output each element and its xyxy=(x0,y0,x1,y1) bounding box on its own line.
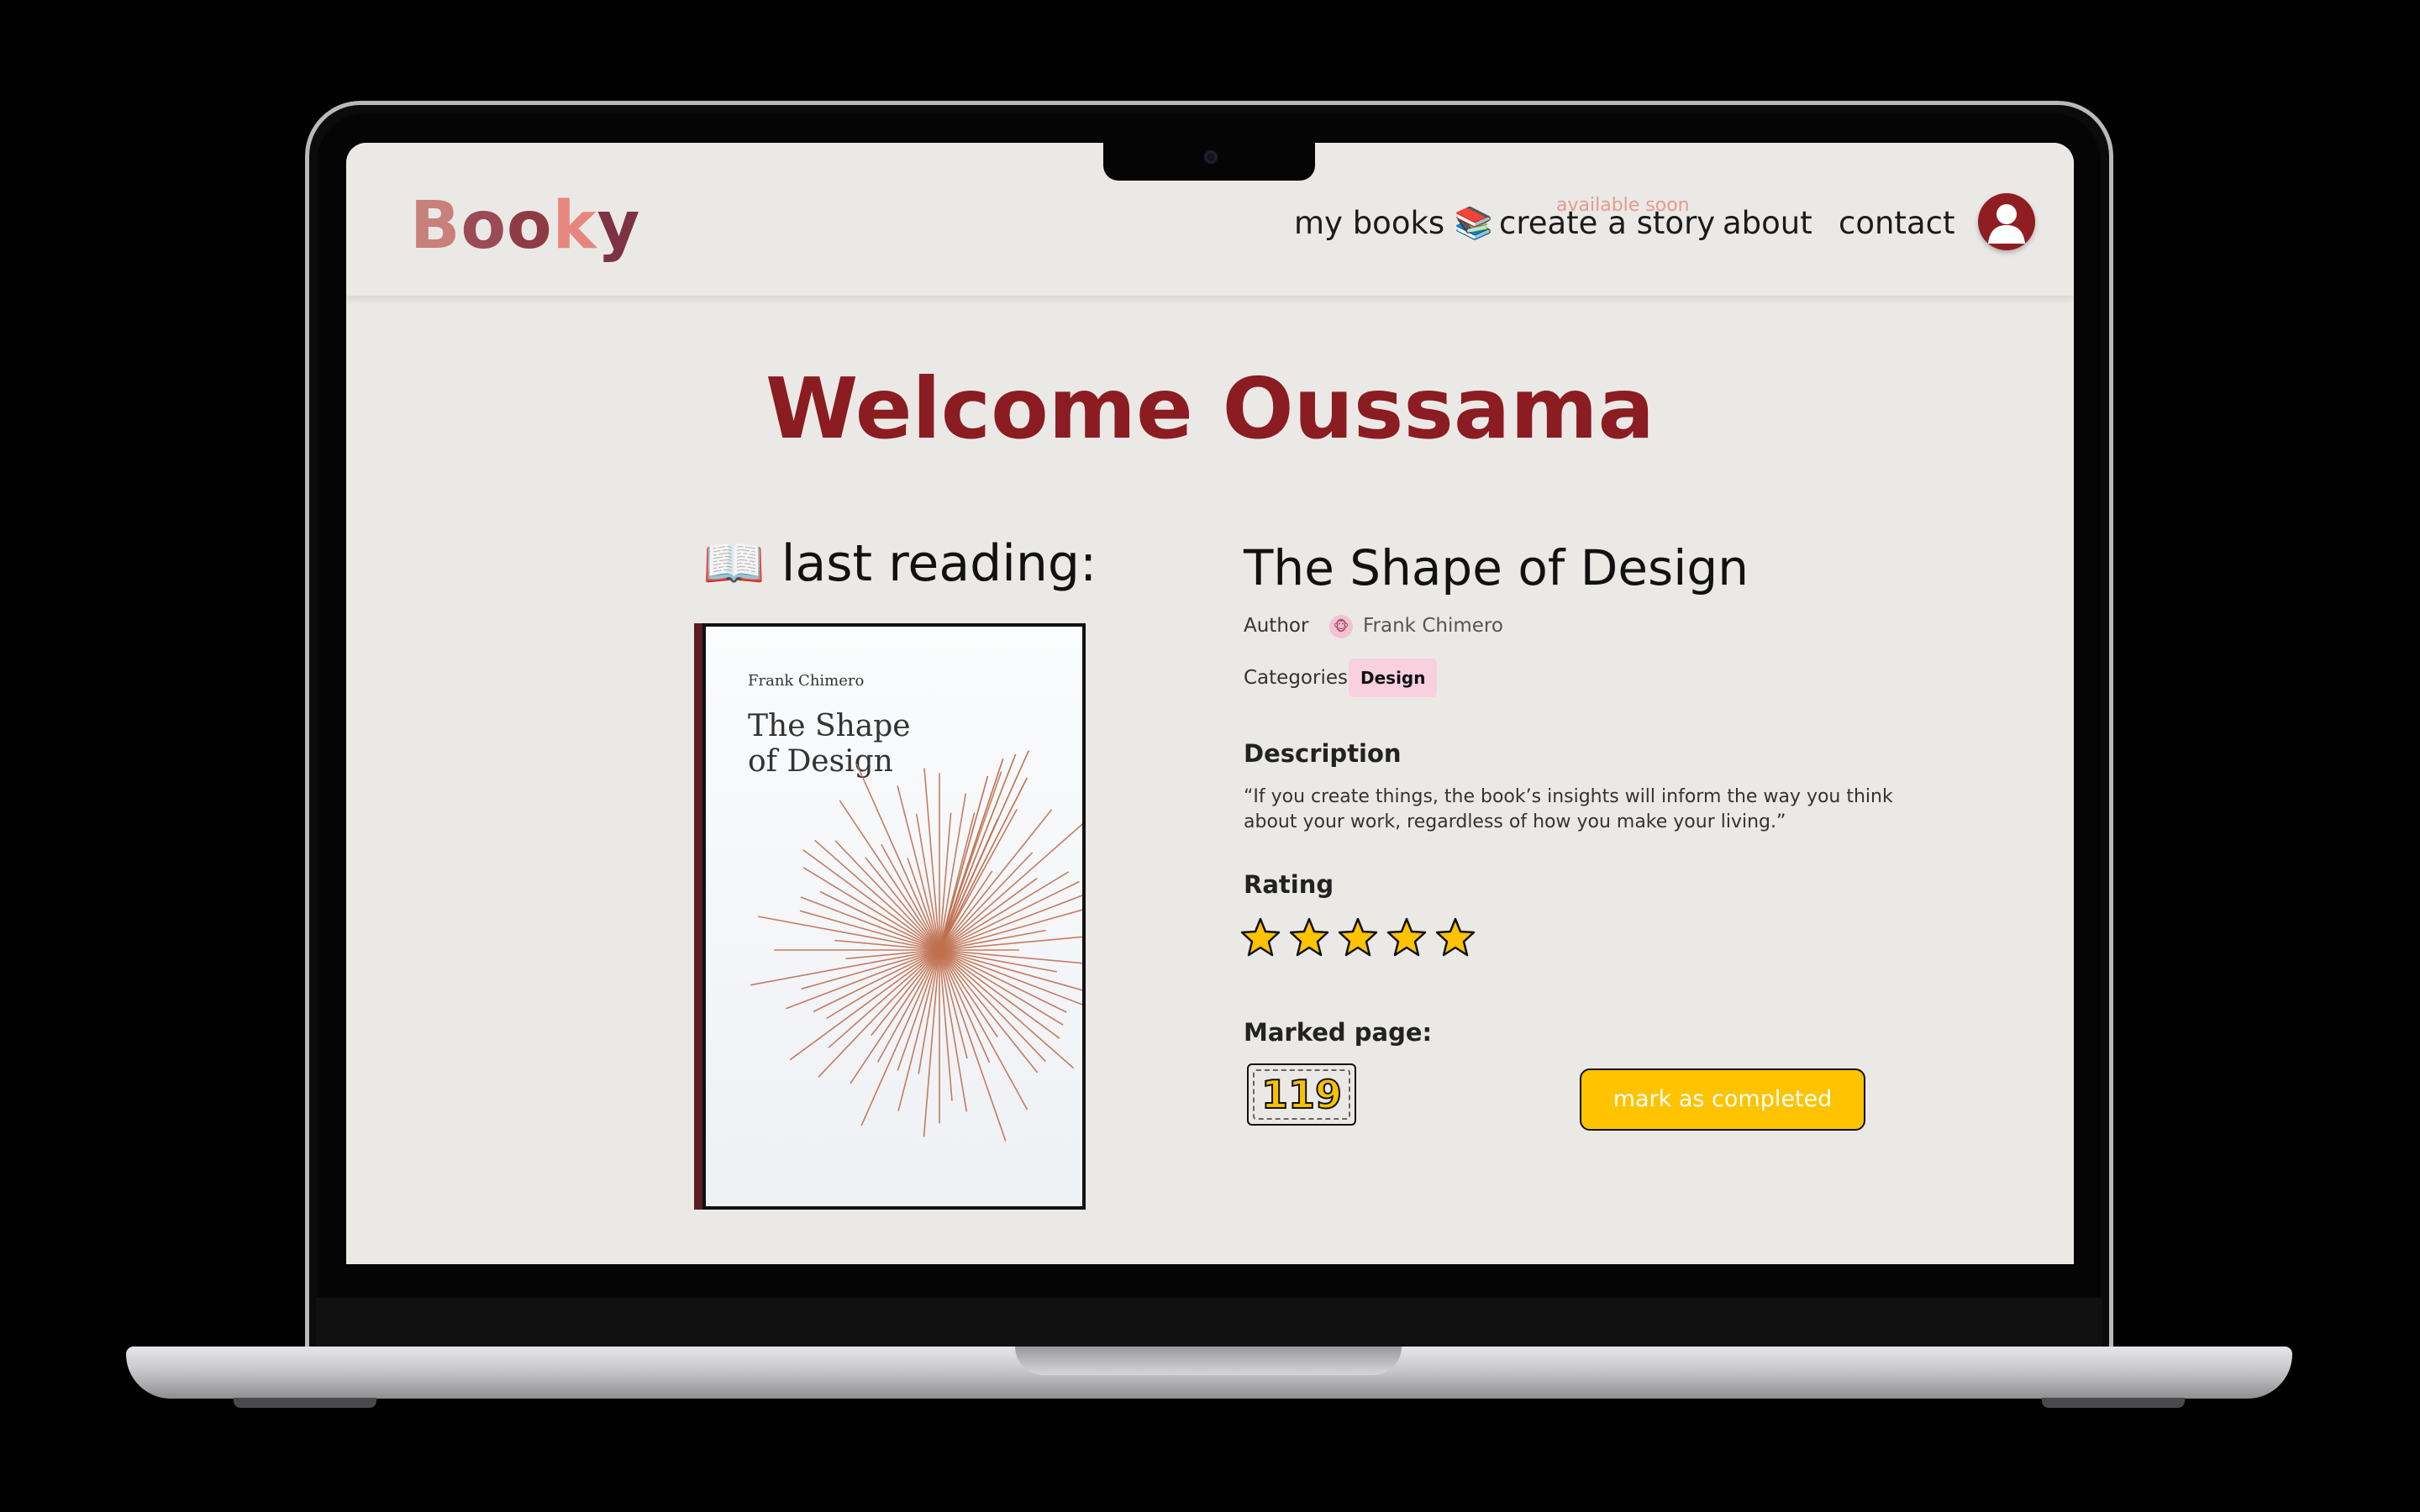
logo[interactable]: Booky xyxy=(410,188,640,264)
mark-completed-button[interactable]: mark as completed xyxy=(1580,1068,1865,1131)
author-name[interactable]: Frank Chimero xyxy=(1363,615,1503,637)
author-avatar-icon: 🐵 xyxy=(1329,615,1353,638)
nav-contact[interactable]: contact xyxy=(1839,205,1954,241)
book-title: The Shape of Design xyxy=(1244,539,1749,596)
rating-heading: Rating xyxy=(1244,870,1334,899)
cover-burst-illustration xyxy=(750,750,1082,1142)
laptop-foot-right xyxy=(2042,1398,2185,1408)
rating-stars[interactable] xyxy=(1239,916,1482,963)
author-label: Author xyxy=(1244,615,1309,637)
category-badge[interactable]: Design xyxy=(1349,659,1438,697)
welcome-heading: Welcome Oussama xyxy=(765,360,1655,458)
star-icon[interactable] xyxy=(1287,916,1331,959)
star-icon[interactable] xyxy=(1385,916,1428,959)
categories-label: Categories xyxy=(1244,667,1348,689)
marked-page-box[interactable]: 119 xyxy=(1247,1063,1356,1126)
description-text: “If you create things, the book’s insigh… xyxy=(1244,786,1893,832)
user-silhouette-icon xyxy=(1988,204,2025,244)
star-icon[interactable] xyxy=(1239,916,1282,959)
book-cover[interactable]: Frank Chimero The Shape of Design xyxy=(702,623,1086,1210)
star-icon[interactable] xyxy=(1336,916,1380,959)
marked-page-number: 119 xyxy=(1260,1071,1343,1118)
marked-page-heading: Marked page: xyxy=(1244,1018,1433,1047)
user-avatar[interactable] xyxy=(1978,193,2035,250)
nav-my-books[interactable]: my books 📚 xyxy=(1294,205,1493,242)
laptop-base xyxy=(126,1347,2292,1399)
screen: Booky my books 📚 available soon create a… xyxy=(346,143,2074,1264)
nav-create-story[interactable]: create a story xyxy=(1499,205,1715,241)
laptop-chin xyxy=(316,1298,2102,1348)
last-reading-heading: 📖 last reading: xyxy=(702,534,1097,593)
star-icon[interactable] xyxy=(1434,916,1477,959)
camera-notch xyxy=(1103,140,1315,181)
nav-about[interactable]: about xyxy=(1723,205,1812,241)
description-heading: Description xyxy=(1244,739,1402,768)
laptop-foot-left xyxy=(234,1398,376,1408)
camera-icon xyxy=(1204,150,1218,164)
